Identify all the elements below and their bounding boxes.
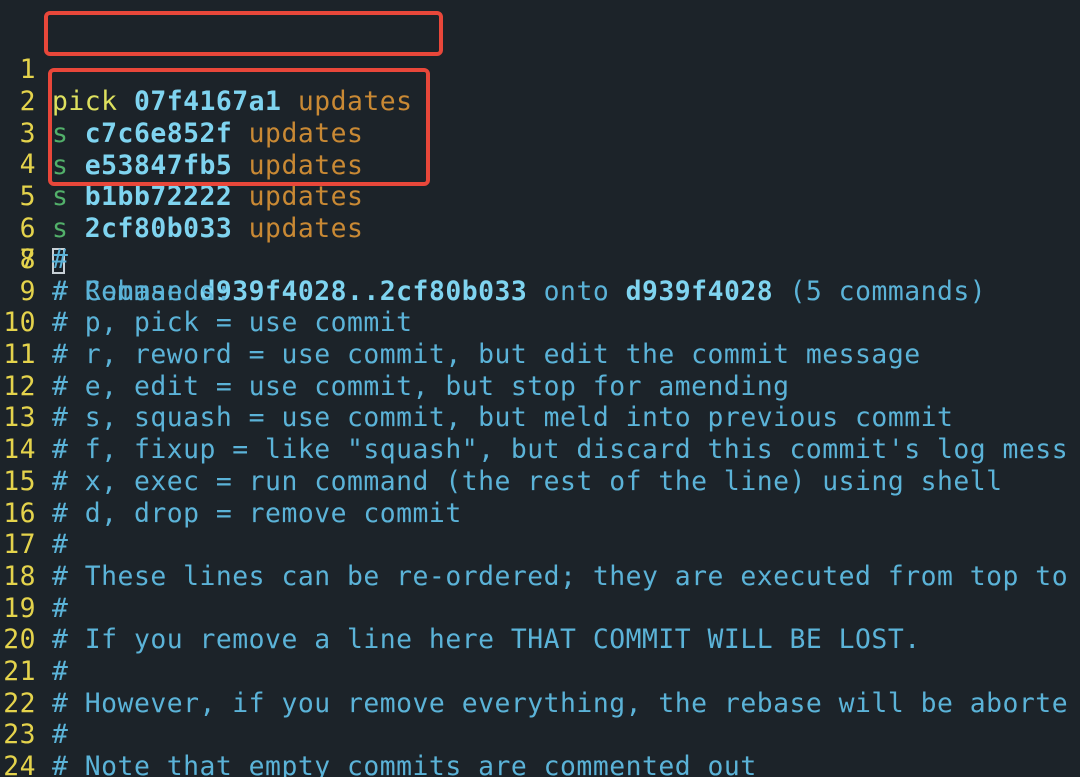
- comment-text: # p, pick = use commit: [52, 307, 413, 338]
- line-number: 14: [3, 434, 36, 465]
- commit-hash: c7c6e852f: [84, 118, 233, 149]
- comment-text: # Note that empty commits are commented …: [52, 751, 757, 777]
- comment-text: #: [52, 244, 69, 275]
- line-number: 23: [3, 719, 36, 750]
- comment-text: #: [52, 719, 69, 750]
- line-number: 8: [19, 244, 36, 275]
- rebase-onto-hash: d939f4028: [625, 276, 774, 307]
- comment-text: # s, squash = use commit, but meld into …: [52, 402, 954, 433]
- comment-text: # Commands:: [52, 276, 233, 307]
- line-number: 24: [3, 751, 36, 777]
- rebase-range: d939f4028..2cf80b033: [199, 276, 528, 307]
- line-number: 13: [3, 402, 36, 433]
- line-number: 18: [3, 561, 36, 592]
- comment-text: # e, edit = use commit, but stop for ame…: [52, 371, 790, 402]
- comment-text: # However, if you remove everything, the…: [52, 688, 1069, 719]
- commit-message: updates: [248, 181, 364, 212]
- rebase-summary-line[interactable]: 7 # Rebase d939f4028..2cf80b033 onto d93…: [0, 212, 986, 307]
- line-number: 15: [3, 466, 36, 497]
- commit-hash: 2cf80b033: [84, 213, 233, 244]
- vim-editor[interactable]: 1 pick 07f4167a1 updates 2 s c7c6e852f u…: [0, 0, 1080, 777]
- commit-message: updates: [248, 118, 364, 149]
- line-number: 17: [3, 529, 36, 560]
- line-number: 19: [3, 593, 36, 624]
- comment-text: # d, drop = remove commit: [52, 498, 462, 529]
- comment-text: # If you remove a line here THAT COMMIT …: [52, 624, 921, 655]
- comment-text: #: [52, 593, 69, 624]
- todo-line[interactable]: 1 pick 07f4167a1 updates: [0, 22, 412, 117]
- line-number: 22: [3, 688, 36, 719]
- line-number: 10: [3, 307, 36, 338]
- rebase-suffix: (5 commands): [773, 276, 987, 307]
- comment-text: #: [52, 529, 69, 560]
- rebase-onto-word: onto: [527, 276, 626, 307]
- todo-line[interactable]: 5 s 2cf80b033 updates: [0, 149, 363, 244]
- comment-text: #: [52, 656, 69, 687]
- comment-text: # These lines can be re-ordered; they ar…: [52, 561, 1069, 592]
- line-number: 21: [3, 656, 36, 687]
- line-number: 11: [3, 339, 36, 370]
- commit-message: updates: [297, 86, 413, 117]
- line-number: 16: [3, 498, 36, 529]
- commit-hash: b1bb72222: [84, 181, 233, 212]
- todo-line[interactable]: 3 s e53847fb5 updates: [0, 86, 363, 181]
- todo-line[interactable]: 4 s b1bb72222 updates: [0, 117, 363, 212]
- comment-text: # f, fixup = like "squash", but discard …: [52, 434, 1069, 465]
- commit-message: updates: [248, 150, 364, 181]
- pick-highlight-box: [44, 11, 443, 56]
- todo-line[interactable]: 2 s c7c6e852f updates: [0, 54, 363, 149]
- line-number: 9: [19, 276, 36, 307]
- line-number: 12: [3, 371, 36, 402]
- comment-text: # r, reword = use commit, but edit the c…: [52, 339, 921, 370]
- comment-text: # x, exec = run command (the rest of the…: [52, 466, 1003, 497]
- commit-message: updates: [248, 213, 364, 244]
- commit-hash: e53847fb5: [84, 150, 233, 181]
- cursor-line[interactable]: 6: [0, 181, 66, 274]
- line-number: 20: [3, 624, 36, 655]
- commit-hash: 07f4167a1: [133, 86, 282, 117]
